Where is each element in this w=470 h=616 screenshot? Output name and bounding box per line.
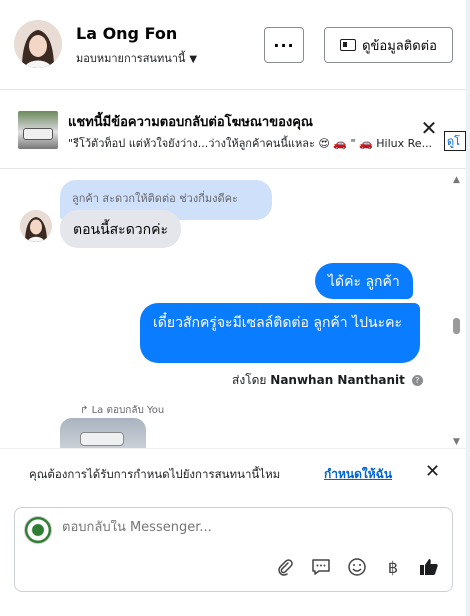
- assign-to-me-link[interactable]: กำหนดให้ฉัน: [324, 465, 392, 484]
- assign-notice: คุณต้องการได้รับการกำหนดไปยังการสนทนานี้…: [0, 448, 466, 496]
- sent-by-name: Nanwhan Nanthanit: [270, 373, 405, 387]
- scrollbar[interactable]: [451, 172, 463, 448]
- like-icon[interactable]: [418, 556, 440, 578]
- contact-avatar[interactable]: [14, 20, 62, 68]
- scroll-down-icon[interactable]: ▼: [453, 437, 460, 447]
- contact-card-icon: [340, 39, 357, 51]
- page-avatar: [24, 516, 52, 544]
- assign-notice-text: คุณต้องการได้รับการกำหนดไปยังการสนทนานี้…: [29, 467, 281, 481]
- outgoing-message[interactable]: ได้ค่ะ ลูกค้า: [315, 263, 413, 299]
- scrollbar-thumb[interactable]: [453, 318, 460, 334]
- attach-icon[interactable]: [274, 556, 296, 578]
- close-icon[interactable]: ✕: [425, 461, 440, 482]
- info-icon[interactable]: ?: [411, 375, 423, 386]
- reply-composer: ฿: [14, 507, 453, 592]
- sent-by-prefix: ส่งโดย: [232, 373, 267, 387]
- sent-by-line: ส่งโดย Nanwhan Nanthanit ?: [232, 371, 423, 390]
- outgoing-message[interactable]: เดี๋ยวสักครู่จะมีเซลล์ติดต่อ ลูกค้า ไปนะ…: [140, 303, 420, 363]
- more-icon: ···: [273, 35, 295, 55]
- more-options-button[interactable]: ···: [264, 27, 304, 63]
- reply-label: La ตอบกลับ You: [91, 405, 165, 416]
- emoji-icon[interactable]: [346, 556, 368, 578]
- reply-icon: ↱: [80, 405, 89, 416]
- baht-icon[interactable]: ฿: [382, 556, 404, 578]
- conversation-header: La Ong Fon มอบหมายการสนทนานี้ ▼ ··· ดูข้อ…: [0, 0, 466, 90]
- conversation-panel: La Ong Fon มอบหมายการสนทนานี้ ▼ ··· ดูข้อ…: [0, 0, 466, 616]
- ad-banner-title: แชทนี้มีข้อความตอบกลับต่อโฆษณาของคุณ: [68, 115, 313, 130]
- ad-banner-text: "รีโว้ตัวท็อป แต่หัวใจยังว่าง...ว่างให้ล…: [68, 137, 433, 150]
- view-ad-link[interactable]: ดูโ: [444, 131, 466, 151]
- close-icon[interactable]: ✕: [419, 118, 439, 138]
- sender-avatar: [20, 210, 52, 242]
- ad-reply-banner: แชทนี้มีข้อความตอบกลับต่อโฆษณาของคุณ "รี…: [0, 91, 466, 169]
- assign-label: มอบหมายการสนทนานี้: [76, 52, 186, 65]
- incoming-message[interactable]: ตอนนี้สะดวกค่ะ: [60, 210, 182, 248]
- view-contact-label: ดูข้อมูลติดต่อ: [362, 38, 437, 54]
- reply-indicator: ↱ La ตอบกลับ You: [80, 403, 164, 418]
- reply-input[interactable]: [62, 520, 432, 535]
- caret-down-icon: ▼: [189, 54, 198, 65]
- ad-thumbnail[interactable]: [18, 111, 58, 149]
- assign-dropdown[interactable]: มอบหมายการสนทนานี้ ▼: [76, 49, 197, 67]
- contact-name: La Ong Fon: [76, 24, 178, 43]
- view-contact-button[interactable]: ดูข้อมูลติดต่อ: [324, 27, 453, 63]
- saved-reply-icon[interactable]: [310, 556, 332, 578]
- scroll-up-icon[interactable]: ▲: [453, 175, 460, 185]
